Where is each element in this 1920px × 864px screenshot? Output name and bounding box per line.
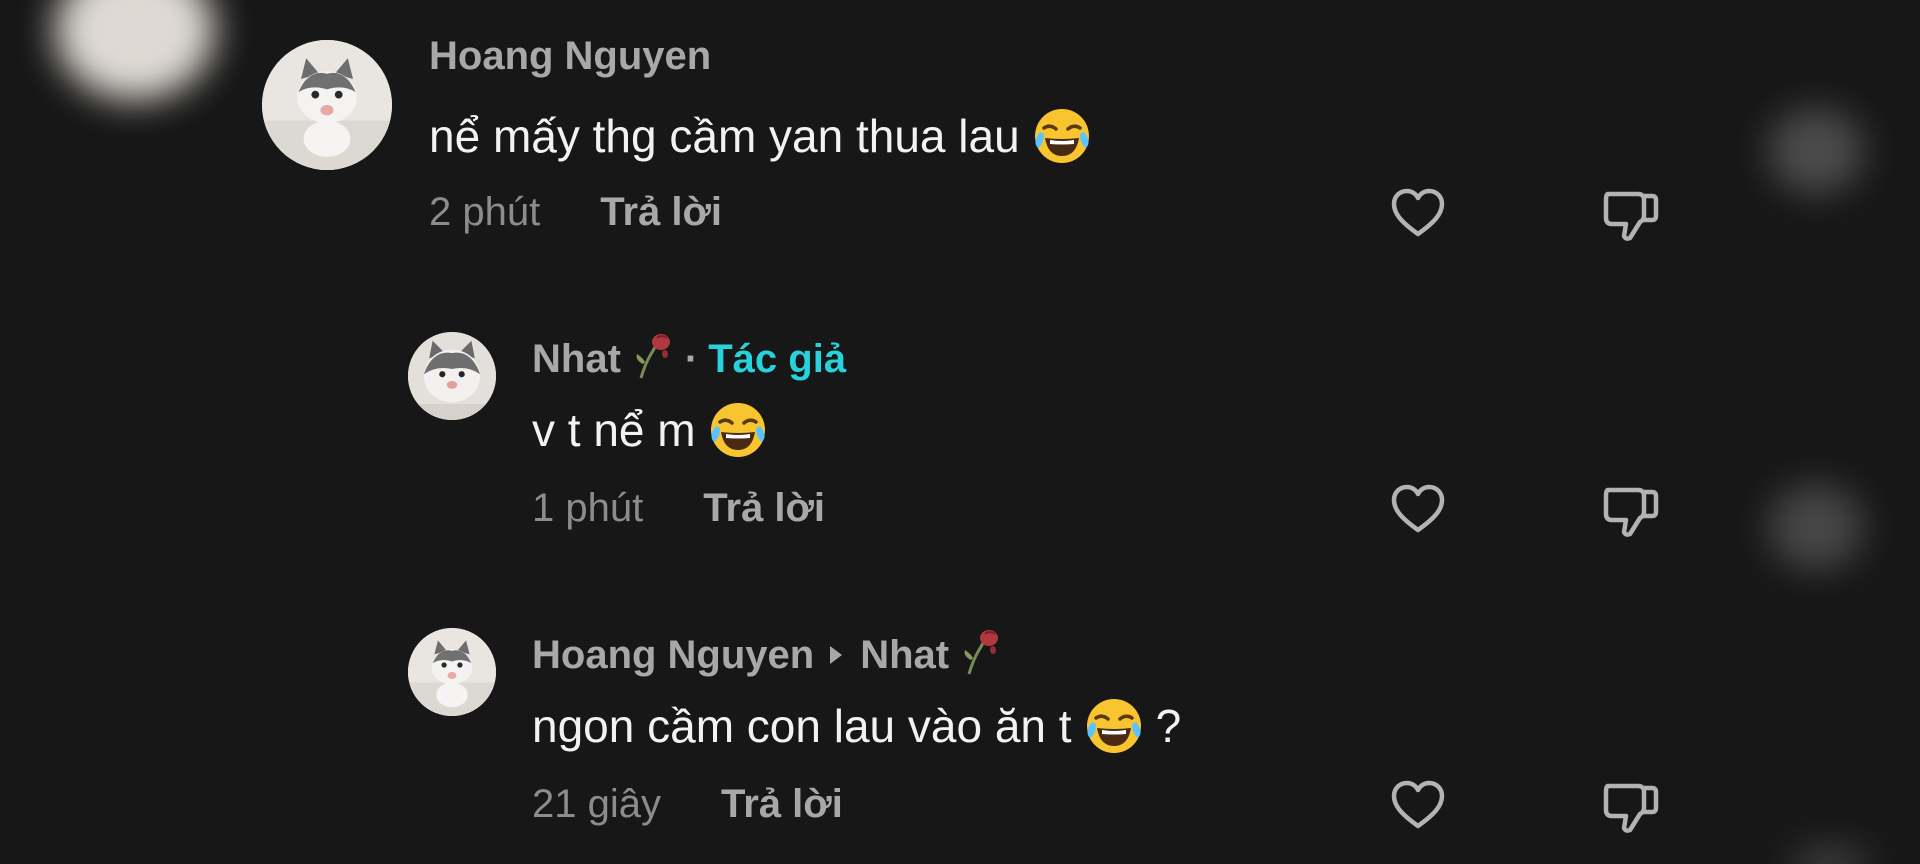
- laughing-tears-emoji-icon: [706, 398, 770, 462]
- cat-avatar-icon: [408, 628, 496, 716]
- like-button[interactable]: [1386, 478, 1450, 542]
- wilted-rose-emoji-icon: [959, 626, 1003, 683]
- cat-avatar-icon: [262, 40, 392, 170]
- heart-icon: [1391, 780, 1445, 829]
- comment-body: v t nể m: [532, 404, 696, 456]
- blurred-background-shape: [1768, 484, 1864, 570]
- dislike-button[interactable]: [1598, 478, 1662, 542]
- comment-body-suffix: ?: [1155, 700, 1182, 752]
- reply-button[interactable]: Trả lời: [600, 192, 722, 232]
- laughing-tears-emoji-icon: [1030, 104, 1094, 168]
- cat-avatar-icon: [408, 332, 496, 420]
- comment-username[interactable]: Hoang Nguyen: [429, 36, 711, 76]
- blurred-background-shape: [1768, 108, 1864, 194]
- blurred-background-shape: [55, 0, 215, 100]
- comment-timestamp: 2 phút: [429, 190, 541, 234]
- username-text[interactable]: Hoang Nguyen: [429, 36, 711, 76]
- comment-text: ngon cầm con lau vào ăn t ?: [532, 694, 1181, 758]
- comment-timestamp: 1 phút: [532, 486, 644, 530]
- comment-body: nể mấy thg cầm yan thua lau: [429, 110, 1020, 162]
- laughing-tears-emoji-icon: [1082, 694, 1146, 758]
- reply-arrow-icon: [830, 645, 843, 664]
- dislike-button[interactable]: [1598, 774, 1662, 838]
- comment-meta: 2 phút Trả lời: [429, 192, 722, 232]
- comments-panel: Hoang Nguyen nể mấy thg cầm yan thua lau…: [0, 0, 1920, 864]
- reply-button[interactable]: Trả lời: [703, 488, 825, 528]
- avatar[interactable]: [408, 628, 496, 716]
- comment-timestamp: 21 giây: [532, 782, 661, 826]
- heart-icon: [1391, 484, 1445, 533]
- name-separator: ·: [684, 336, 699, 381]
- thumbs-down-icon: [1603, 487, 1659, 537]
- reply-to-username[interactable]: Nhat: [860, 635, 949, 675]
- heart-icon: [1391, 188, 1445, 237]
- dislike-button[interactable]: [1598, 182, 1662, 246]
- comment-body: ngon cầm con lau vào ăn t: [532, 700, 1072, 752]
- comment-text: v t nể m: [532, 398, 770, 462]
- author-badge: Tác giả: [708, 336, 847, 381]
- comment-text: nể mấy thg cầm yan thua lau: [429, 104, 1094, 168]
- like-button[interactable]: [1386, 182, 1450, 246]
- thumbs-down-icon: [1603, 191, 1659, 241]
- comment-username[interactable]: Nhat · Tác giả: [532, 330, 846, 387]
- username-text[interactable]: Hoang Nguyen: [532, 635, 814, 675]
- avatar[interactable]: [408, 332, 496, 420]
- blurred-background-shape: [1790, 845, 1870, 864]
- comment-meta: 21 giây Trả lời: [532, 784, 843, 824]
- comment-meta: 1 phút Trả lời: [532, 488, 825, 528]
- comment-username[interactable]: Hoang Nguyen Nhat: [532, 626, 1003, 683]
- thumbs-down-icon: [1603, 783, 1659, 833]
- username-text[interactable]: Nhat: [532, 339, 621, 379]
- wilted-rose-emoji-icon: [631, 330, 675, 387]
- like-button[interactable]: [1386, 774, 1450, 838]
- reply-button[interactable]: Trả lời: [721, 784, 843, 824]
- avatar[interactable]: [262, 40, 392, 170]
